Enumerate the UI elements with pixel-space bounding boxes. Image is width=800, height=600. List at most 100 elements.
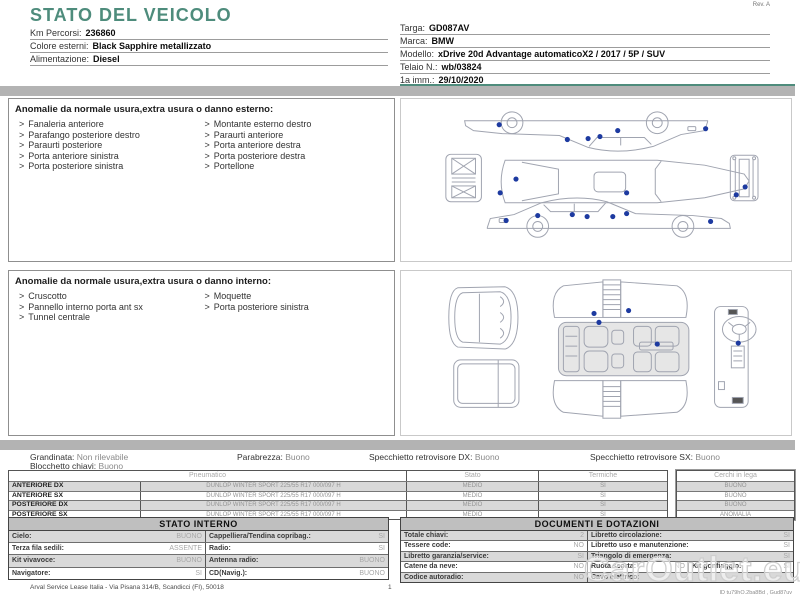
anomaly-bullet: > [19, 291, 24, 301]
anomaly-item: > Portellone [205, 161, 391, 172]
anomaly-item: >Tunnel centrale [19, 312, 205, 323]
anomaly-item: >Paraurti anteriore [205, 130, 391, 141]
exterior-damage-diagram [400, 98, 792, 262]
tyre-table: Pneumatico Stato Termiche ANTERIORE DXDU… [8, 470, 668, 520]
anomaly-label: Montante esterno destro [214, 119, 312, 129]
cell-value: BUONO [176, 531, 202, 542]
damage-marker-dot [708, 219, 713, 224]
anomaly-bullet: > [19, 140, 24, 150]
info-row: Telaio N.:wb/03824 [400, 61, 770, 74]
table-cell: Navigatore: SI [9, 568, 206, 579]
anomaly-bullet: > [205, 140, 210, 150]
cell-label: Cielo: [12, 531, 31, 542]
external-anomalies-box: Anomalie da normale usura,extra usura o … [8, 98, 395, 262]
tyre-row: ANTERIORE DXDUNLOP WINTER SPORT 225/55 R… [9, 481, 667, 491]
condition-label: Specchietto retrovisore DX: [369, 452, 475, 462]
table-row: Kit vivavoce:BUONOAntenna radio:BUONO [9, 555, 388, 567]
table-cell: Libretto uso e manutenzione:SI [588, 541, 793, 550]
damage-marker-dot [498, 190, 503, 195]
cell-label: Catene da neve: [404, 562, 458, 571]
table-cell: Kit vivavoce:BUONO [9, 555, 206, 566]
condition-value: Buono [285, 452, 310, 462]
damage-marker-dot [615, 128, 620, 133]
anomaly-item: >Fanaleria anteriore [19, 119, 205, 130]
anomaly-bullet: > [205, 161, 210, 171]
vehicle-report-page: STATO DEL VEICOLO Rev. A Km Percorsi:236… [0, 0, 800, 600]
cell-value: 2 [580, 531, 584, 540]
info-label: Modello: [400, 49, 434, 59]
anomaly-item: >Porta posteriore destra [205, 151, 391, 162]
info-label: Marca: [400, 36, 428, 46]
damage-marker-dot [743, 184, 748, 189]
tyre-stato: MEDIO [407, 501, 539, 510]
cell-label: Kit vivavoce: [12, 555, 55, 566]
info-row: Marca:BMW [400, 35, 770, 48]
cell-label: Totale chiavi: [404, 531, 448, 540]
cell-value: BUONO [359, 568, 385, 579]
anomaly-label: Portellone [214, 161, 255, 171]
condition-item: Specchietto retrovisore SX: Buono [590, 452, 720, 462]
table-row: Tessere code: NOLibretto uso e manutenzio… [401, 541, 793, 551]
anomaly-label: Porta anteriore destra [214, 140, 301, 150]
tyre-position: ANTERIORE DX [9, 482, 141, 491]
condition-value: Buono [695, 452, 720, 462]
table-cell: Codice autoradio:NO [401, 573, 588, 582]
damage-marker-dot [591, 311, 596, 316]
anomaly-item: >Pannello interno porta ant sx [19, 302, 205, 313]
table-cell: Cappelliera/Tendina copribag.:SI [206, 531, 388, 542]
anomaly-bullet: > [19, 119, 24, 129]
cell-value: SI [783, 541, 790, 550]
anomaly-item: >Paraurti posteriore [19, 140, 205, 151]
damage-marker-dot [596, 320, 601, 325]
cell-value: NO [574, 541, 585, 550]
cell-value: ASSENTE [169, 543, 202, 554]
info-value: Diesel [93, 54, 120, 64]
damage-marker-dot [504, 218, 509, 223]
cell-value: SI [378, 531, 385, 542]
info-row: Km Percorsi:236860 [30, 27, 388, 40]
damage-marker-dot [585, 214, 590, 219]
anomaly-label: Porta anteriore sinistra [28, 151, 119, 161]
anomaly-label: Moquette [214, 291, 252, 301]
cell-value: SI [783, 552, 790, 561]
alloy-row: BUONO [677, 491, 794, 501]
anomaly-item: >Porta posteriore sinistra [19, 161, 205, 172]
section-divider-bar [0, 440, 795, 450]
info-row: Targa:GD087AV [400, 22, 770, 35]
anomaly-item: >Moquette [205, 291, 391, 302]
cell-label: Libretto circolazione: [591, 531, 662, 540]
internal-anomalies-list: >Cruscotto>Pannello interno porta ant sx… [9, 290, 394, 323]
watermark-id: ID tu79hO.2ba8Bd , Gud87uv [720, 590, 792, 596]
damage-marker-dot [565, 137, 570, 142]
tyre-spec: DUNLOP WINTER SPORT 225/55 R17 000/097 H [141, 501, 407, 510]
cell-value: SI [577, 552, 584, 561]
table-cell: Triangolo di emergenza: SI [588, 552, 793, 561]
cell-label: Ruota scorta: [591, 562, 636, 571]
info-value: wb/03824 [442, 62, 482, 72]
interior-damage-diagram [400, 270, 792, 436]
anomaly-label: Parafango posteriore destro [28, 130, 140, 140]
info-value: xDrive 20d Advantage automaticoX2 / 2017… [438, 49, 665, 59]
damage-marker-dot [736, 341, 741, 346]
cell-value: SI [195, 568, 202, 579]
internal-anomalies-title: Anomalie da normale usura,extra usura o … [9, 271, 394, 290]
table-cell: Cavo elettrico: [588, 573, 793, 582]
info-value: 236860 [86, 28, 116, 38]
damage-marker-dot [703, 126, 708, 131]
table-row: Terza fila sedili:ASSENTERadio:SI [9, 543, 388, 555]
damage-marker-dot [513, 176, 518, 181]
tyre-termiche: SI [539, 501, 667, 510]
cell-label: Triangolo di emergenza: [591, 552, 672, 561]
damage-marker-dot [586, 136, 591, 141]
table-row: Codice autoradio:NOCavo elettrico: [401, 573, 793, 582]
tyre-spec: DUNLOP WINTER SPORT 225/55 R17 000/097 H [141, 492, 407, 501]
cell-label: Tessere code: [404, 541, 451, 550]
damage-marker-dot [734, 192, 739, 197]
vehicle-info-left: Km Percorsi:236860Colore esterni:Black S… [30, 27, 388, 66]
cell-label: Navigatore: [12, 568, 51, 579]
cell-label: Kit gonfiaggio: [692, 562, 741, 571]
anomaly-bullet: > [19, 302, 24, 312]
info-label: Alimentazione: [30, 54, 89, 64]
info-row: Alimentazione: Diesel [30, 53, 388, 66]
table-cell: Libretto garanzia/service:SI [401, 552, 588, 561]
